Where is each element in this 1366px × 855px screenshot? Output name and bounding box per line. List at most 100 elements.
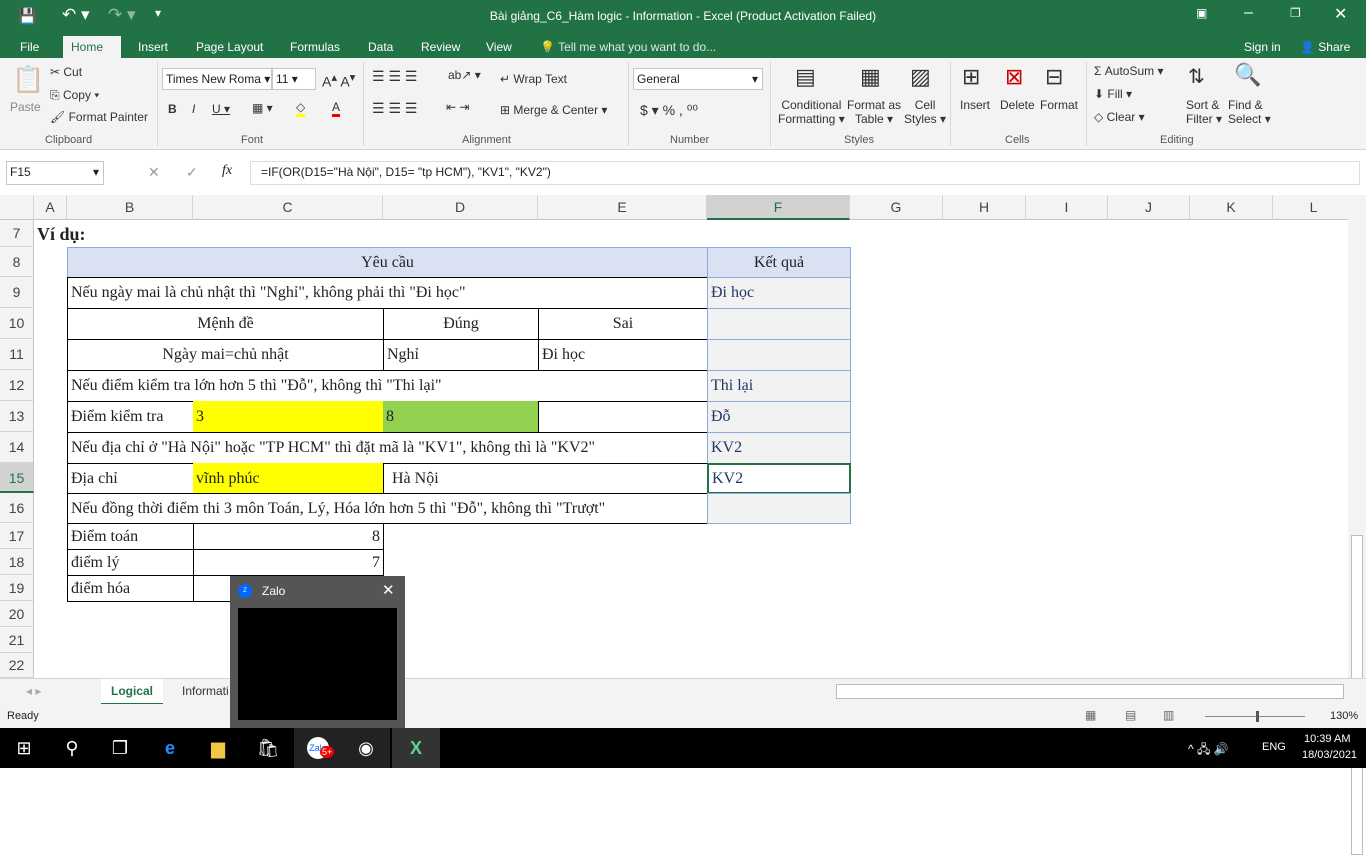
paste-button[interactable]: Paste (10, 100, 41, 114)
sheet-prev-icon[interactable]: ◂ ▸ (26, 684, 41, 698)
merge-center-button[interactable]: ⊞ Merge & Center ▾ (500, 103, 607, 117)
view-page-layout-icon[interactable]: ▤ (1125, 708, 1136, 722)
row-header-10[interactable]: 10 (0, 308, 34, 339)
indent-icon[interactable]: ⇤ ⇥ (446, 100, 469, 114)
cell-B16[interactable]: Nếu đồng thời điểm thi 3 môn Toán, Lý, H… (67, 493, 708, 524)
row-header-22[interactable]: 22 (0, 653, 34, 678)
tray-icons[interactable]: ^ 🖧 🔊 (1188, 740, 1229, 761)
clock-time[interactable]: 10:39 AM (1304, 733, 1350, 745)
clear-button[interactable]: ◇ Clear ▾ (1094, 110, 1145, 124)
align-top-icon[interactable]: ☰ ☰ ☰ (372, 68, 417, 85)
tab-data[interactable]: Data (360, 36, 401, 58)
copy-button[interactable]: ⎘ Copy ▾ (50, 88, 99, 103)
column-header-B[interactable]: B (67, 195, 193, 220)
row-header-12[interactable]: 12 (0, 370, 34, 401)
ribbon-options-icon[interactable]: ▣ (1196, 6, 1207, 20)
formula-input[interactable]: =IF(OR(D15="Hà Nội", D15= "tp HCM"), "KV… (250, 161, 1360, 185)
fill-button[interactable]: ⬇ Fill ▾ (1094, 87, 1132, 101)
number-format-select[interactable]: General ▾ (633, 68, 763, 90)
restore-icon[interactable]: ❐ (1290, 6, 1301, 20)
cell-B17[interactable]: Điểm toán (67, 523, 194, 550)
column-header-L[interactable]: L (1273, 195, 1348, 220)
row-header-17[interactable]: 17 (0, 523, 34, 549)
share-button[interactable]: 👤 Share (1292, 36, 1358, 58)
row-header-14[interactable]: 14 (0, 432, 34, 463)
orientation-icon[interactable]: ab↗ ▾ (448, 68, 481, 82)
find-select-button[interactable]: Find & Select ▾ (1228, 98, 1271, 126)
cell-B18[interactable]: điểm lý (67, 549, 194, 576)
column-header-F[interactable]: F (707, 195, 850, 220)
cell-E11[interactable]: Đi học (538, 339, 708, 371)
italic-button[interactable]: I (192, 102, 195, 116)
cell-B8[interactable]: Yêu cầu (67, 247, 708, 278)
row-header-13[interactable]: 13 (0, 401, 34, 432)
cancel-icon[interactable]: ✕ (148, 164, 160, 181)
column-header-I[interactable]: I (1026, 195, 1108, 220)
name-box[interactable]: F15 ▾ (6, 161, 104, 185)
font-size-select[interactable]: 11 ▾ (272, 68, 316, 90)
file-explorer-icon[interactable]: ▆ (194, 728, 242, 768)
save-icon[interactable]: 💾 (18, 7, 37, 25)
tab-file[interactable]: File (12, 36, 47, 58)
redo-icon[interactable]: ↷ ▾ (108, 5, 136, 25)
minimize-icon[interactable]: – (1244, 4, 1253, 22)
cell-D11[interactable]: Nghỉ (383, 339, 539, 371)
column-header-H[interactable]: H (943, 195, 1026, 220)
bold-button[interactable]: B (168, 102, 177, 116)
cell-B15[interactable]: Địa chỉ (67, 463, 194, 494)
tab-formulas[interactable]: Formulas (282, 36, 348, 58)
cell-E13[interactable] (538, 401, 708, 433)
excel-taskbar-icon[interactable]: X (392, 728, 440, 768)
enter-icon[interactable]: ✓ (186, 164, 198, 181)
cell-C15[interactable]: vĩnh phúc (193, 463, 384, 494)
cell-D13[interactable]: 8 (383, 401, 539, 433)
zoom-level[interactable]: 130% (1330, 710, 1358, 722)
worksheet-grid[interactable]: ABCDEFGHIJKL 7 8 9 10 11 12 13 14 15 16 17 18 19 20 21… (0, 195, 1348, 678)
font-color-icon[interactable]: A (332, 100, 341, 117)
fill-color-icon[interactable]: ◇ (296, 100, 306, 117)
horizontal-scrollbar[interactable] (836, 684, 1344, 699)
conditional-formatting-button[interactable]: Conditional Formatting ▾ (778, 98, 845, 126)
align-left-icon[interactable]: ☰ ☰ ☰ (372, 100, 417, 117)
format-button[interactable]: Format (1040, 98, 1078, 112)
delete-button[interactable]: Delete (1000, 98, 1035, 112)
cell-B9[interactable]: Nếu ngày mai là chủ nhật thì "Nghỉ", khô… (67, 277, 708, 309)
cell-F14[interactable]: KV2 (707, 432, 851, 464)
chrome-icon[interactable]: ◉ (342, 728, 390, 768)
view-page-break-icon[interactable]: ▥ (1163, 708, 1174, 722)
cut-button[interactable]: ✂ Cut (50, 65, 82, 79)
row-header-15[interactable]: 15 (0, 463, 34, 493)
sort-filter-button[interactable]: Sort & Filter ▾ (1186, 98, 1222, 126)
underline-button[interactable]: U ▾ (212, 102, 230, 116)
cell-B12[interactable]: Nếu điểm kiểm tra lớn hơn 5 thì "Đỗ", kh… (67, 370, 708, 402)
sheet-tab-logical[interactable]: Logical (101, 679, 163, 705)
cell-styles-button[interactable]: Cell Styles ▾ (904, 98, 946, 126)
font-name-select[interactable]: Times New Roma ▾ (162, 68, 272, 90)
cell-C13[interactable]: 3 (193, 401, 384, 433)
cell-F9[interactable]: Đi học (707, 277, 851, 309)
cell-B10[interactable]: Mệnh đề (67, 308, 384, 340)
tell-me-box[interactable]: 💡 Tell me what you want to do... (532, 36, 724, 58)
cell-B19[interactable]: điểm hóa (67, 575, 194, 602)
format-as-table-button[interactable]: Format as Table ▾ (847, 98, 901, 126)
autosum-button[interactable]: Σ AutoSum ▾ (1094, 64, 1163, 78)
zalo-preview-popup[interactable]: Z Zalo ✕ (230, 576, 405, 728)
tab-view[interactable]: View (478, 36, 520, 58)
column-header-A[interactable]: A (34, 195, 67, 220)
cell-B14[interactable]: Nếu địa chỉ ở "Hà Nội" hoặc "TP HCM" thì… (67, 432, 708, 464)
close-icon[interactable]: ✕ (1334, 4, 1347, 24)
zoom-slider-thumb[interactable] (1256, 711, 1259, 722)
cell-B13[interactable]: Điểm kiểm tra (67, 401, 194, 433)
row-header-9[interactable]: 9 (0, 277, 34, 308)
tab-insert[interactable]: Insert (130, 36, 176, 58)
cell-F10[interactable] (707, 308, 851, 340)
cell-F8[interactable]: Kết quả (707, 247, 851, 278)
cell-F12[interactable]: Thi lại (707, 370, 851, 402)
customize-qat-icon[interactable]: ▾ (155, 6, 161, 20)
column-header-E[interactable]: E (538, 195, 707, 220)
row-header-16[interactable]: 16 (0, 493, 34, 523)
sign-in-link[interactable]: Sign in (1236, 36, 1289, 58)
insert-button[interactable]: Insert (960, 98, 990, 112)
cell-E10[interactable]: Sai (538, 308, 708, 340)
row-header-19[interactable]: 19 (0, 575, 34, 601)
